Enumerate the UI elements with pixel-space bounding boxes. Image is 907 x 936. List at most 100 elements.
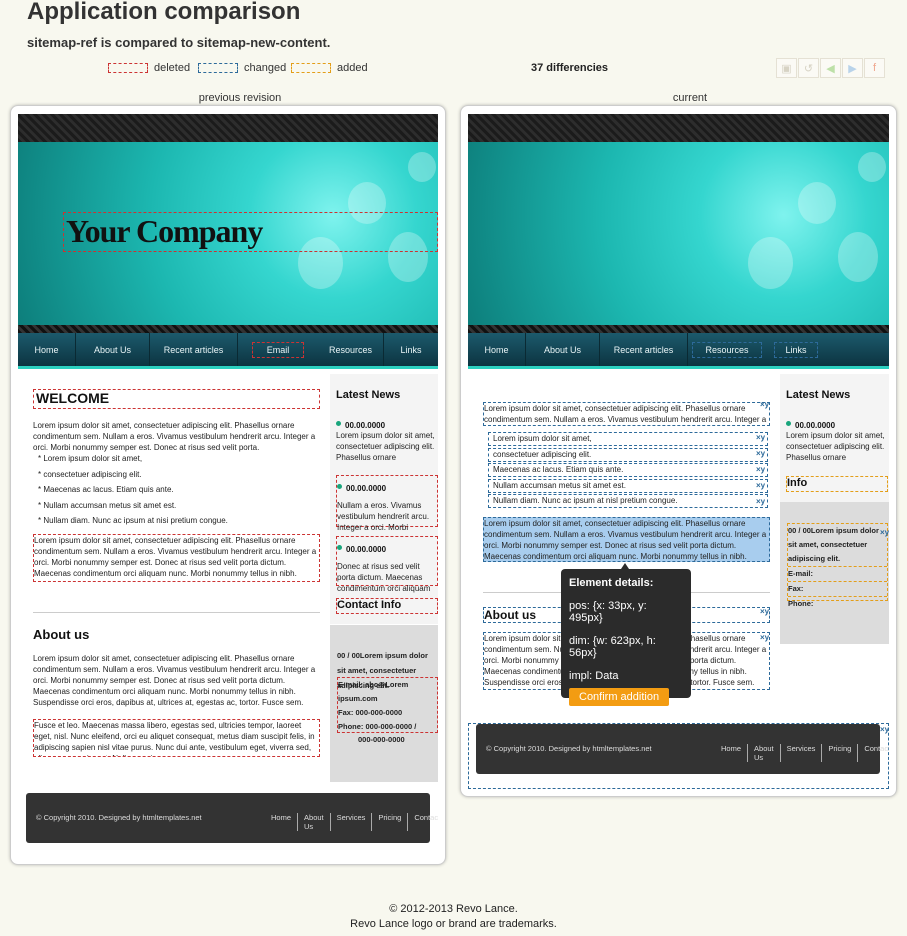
para-deleted: Lorem ipsum dolor sit amet, consectetuer… bbox=[33, 534, 320, 582]
contact-heading: Contact Info bbox=[336, 598, 438, 614]
footer-link[interactable]: About Us bbox=[754, 744, 781, 762]
toolbar: ▣ ↺ ◀ ▶ f bbox=[776, 58, 886, 78]
intro-text: Lorem ipsum dolor sit amet, consectetuer… bbox=[33, 421, 316, 452]
nav-links[interactable]: Links bbox=[384, 333, 438, 366]
tooltip-title: Element details: bbox=[569, 577, 654, 589]
forward-arrow-icon[interactable]: ▶ bbox=[842, 58, 863, 78]
news-text: Nullam a eros. Vivamus vestibulum hendre… bbox=[337, 501, 430, 532]
divider bbox=[33, 612, 320, 613]
legend-added-label: added bbox=[337, 62, 368, 74]
back-arrow-icon[interactable]: ◀ bbox=[820, 58, 841, 78]
news-date-text: 00.00.0000 bbox=[346, 545, 387, 554]
company-name: Your Company bbox=[63, 212, 438, 252]
tooltip-pos: pos: {x: 33px, y: 495px} bbox=[569, 600, 647, 624]
tooltip-dim: dim: {w: 623px, h: 56px} bbox=[569, 635, 656, 659]
footer-link[interactable]: About Us bbox=[304, 813, 331, 831]
news-item-1: Lorem ipsum dolor sit amet, consectetuer… bbox=[336, 431, 435, 462]
diff-marker-icon[interactable]: ×y bbox=[756, 449, 765, 458]
diff-marker-icon[interactable]: ×y bbox=[756, 465, 765, 474]
element-details-tooltip: Element details: pos: {x: 33px, y: 495px… bbox=[561, 569, 691, 706]
footer-link[interactable]: Contacts bbox=[414, 813, 438, 831]
legend-changed: changed bbox=[198, 62, 286, 74]
save-icon[interactable]: ▣ bbox=[776, 58, 797, 78]
bullet-item: * Nullam accumsan metus sit amet est. bbox=[38, 500, 177, 510]
nav-home[interactable]: Home bbox=[18, 333, 76, 366]
site-footer: © Copyright 2010. Designed by htmltempla… bbox=[476, 724, 889, 774]
contact-intro: 00 / 00Lorem ipsum dolor sit amet, conse… bbox=[788, 526, 879, 563]
footer-copyright: © 2012-2013 Revo Lance. bbox=[389, 903, 518, 915]
footer-trademark: Revo Lance logo or brand are trademarks. bbox=[350, 918, 557, 930]
contact-email: E-mail: bbox=[788, 566, 887, 581]
bullet-list: * Lorem ipsum dolor sit amet, * consecte… bbox=[38, 453, 318, 526]
nav-about[interactable]: About Us bbox=[76, 333, 150, 366]
bullet-item: * Lorem ipsum dolor sit amet, bbox=[38, 454, 143, 463]
nav-bar: Home About Us Recent articles Resources … bbox=[468, 333, 889, 369]
bullet-item: * Maecenas ac lacus. Etiam quis ante. bbox=[38, 485, 174, 494]
contact-fax: Fax: 000-000-0000 bbox=[338, 708, 403, 717]
diff-marker-icon[interactable]: ×y bbox=[756, 497, 765, 506]
undo-icon[interactable]: ↺ bbox=[798, 58, 819, 78]
nav-recent[interactable]: Recent articles bbox=[600, 333, 688, 366]
bullet-list: Lorem ipsum dolor sit amet, consectetuer… bbox=[488, 432, 768, 508]
contact-phone: Phone: bbox=[788, 596, 887, 611]
diff-marker-icon[interactable]: ×y bbox=[756, 433, 765, 442]
legend-added: added bbox=[291, 62, 368, 74]
nav-links[interactable]: Links bbox=[774, 341, 818, 358]
news-date-text: 00.00.0000 bbox=[795, 421, 836, 430]
nav-resources-wrap: Resources bbox=[688, 333, 766, 366]
contact-details-deleted: E-mail: abc@Lorem ipsum.com Fax: 000-000… bbox=[337, 677, 438, 744]
low-strip bbox=[18, 325, 438, 333]
contact-email: E-mail: abc@Lorem ipsum.com bbox=[338, 680, 409, 703]
previous-site: Your Company Home About Us Recent articl… bbox=[18, 114, 438, 858]
fusce-text: Fusce et leo. Maecenas massa libero, ege… bbox=[33, 719, 320, 757]
footer-link[interactable]: Services bbox=[787, 744, 823, 762]
para-added-selected[interactable]: Lorem ipsum dolor sit amet, consectetuer… bbox=[483, 517, 770, 562]
contact-fax: Fax: bbox=[788, 581, 887, 596]
low-strip bbox=[468, 325, 889, 333]
footer-link[interactable]: Pricing bbox=[828, 744, 859, 762]
contact-phone: Phone: 000-000-0000 / bbox=[338, 722, 417, 731]
flash-icon[interactable]: f bbox=[864, 58, 885, 78]
bullet-item: * Nullam diam. Nunc ac ipsum at nisi pre… bbox=[38, 516, 228, 525]
legend-deleted-label: deleted bbox=[154, 62, 191, 74]
bullet-item: Nullam diam. Nunc ac ipsum at nisl preti… bbox=[488, 494, 768, 508]
nav-resources[interactable]: Resources bbox=[692, 341, 762, 358]
copyright: © Copyright 2010. Designed by htmltempla… bbox=[486, 744, 652, 753]
bullet-item: Lorem ipsum dolor sit amet, bbox=[488, 432, 768, 446]
footer-links: Home About Us Services Pricing Contacts bbox=[271, 813, 438, 831]
footer-link[interactable]: Pricing bbox=[378, 813, 409, 831]
confirm-addition-button[interactable]: Confirm addition bbox=[569, 688, 670, 706]
nav-resources[interactable]: Resources bbox=[318, 333, 384, 366]
diff-marker-icon[interactable]: ×y bbox=[880, 528, 889, 537]
nav-bar: Home About Us Recent articles Email Reso… bbox=[18, 333, 438, 369]
nav-recent[interactable]: Recent articles bbox=[150, 333, 238, 366]
diff-marker-icon[interactable]: ×y bbox=[880, 725, 889, 734]
nav-about[interactable]: About Us bbox=[526, 333, 600, 366]
bullet-item: Maecenas ac lacus. Etiam quis ante. bbox=[488, 463, 768, 477]
diff-marker-icon[interactable]: ×y bbox=[760, 607, 769, 616]
bullet-item: Nullam accumsan metus sit amet est. bbox=[488, 478, 768, 493]
about-text: Lorem ipsum dolor sit amet, consectetuer… bbox=[33, 654, 316, 707]
contact-phone-2: 000-000-0000 bbox=[358, 735, 405, 744]
footer-link[interactable]: Services bbox=[337, 813, 373, 831]
news-text: Donec at risus sed velit porta dictum. M… bbox=[337, 562, 431, 593]
copyright: © Copyright 2010. Designed by htmltempla… bbox=[36, 813, 202, 822]
footer-link[interactable]: Home bbox=[271, 813, 299, 831]
left-panel-label: previous revision bbox=[198, 92, 282, 104]
nav-email-wrap: Email bbox=[238, 333, 318, 366]
diff-marker-icon[interactable]: ×y bbox=[760, 400, 769, 409]
info-heading: Info bbox=[786, 476, 888, 492]
welcome-heading: WELCOME bbox=[33, 389, 320, 409]
diff-marker-icon[interactable]: ×y bbox=[756, 481, 765, 490]
top-strip bbox=[18, 114, 438, 142]
tooltip-impl: impl: Data bbox=[569, 670, 619, 682]
diff-marker-icon[interactable]: ×y bbox=[760, 633, 769, 642]
bullet-item: consectetuer adipiscing elit. bbox=[488, 447, 768, 462]
nav-home[interactable]: Home bbox=[468, 333, 526, 366]
intro-changed: Lorem ipsum dolor sit amet, consectetuer… bbox=[483, 402, 770, 426]
nav-email[interactable]: Email bbox=[251, 341, 305, 358]
page-title: Application comparison bbox=[27, 0, 301, 25]
footer-link[interactable]: Home bbox=[721, 744, 749, 762]
banner bbox=[468, 142, 889, 325]
footer-link[interactable]: Contacts bbox=[864, 744, 889, 762]
